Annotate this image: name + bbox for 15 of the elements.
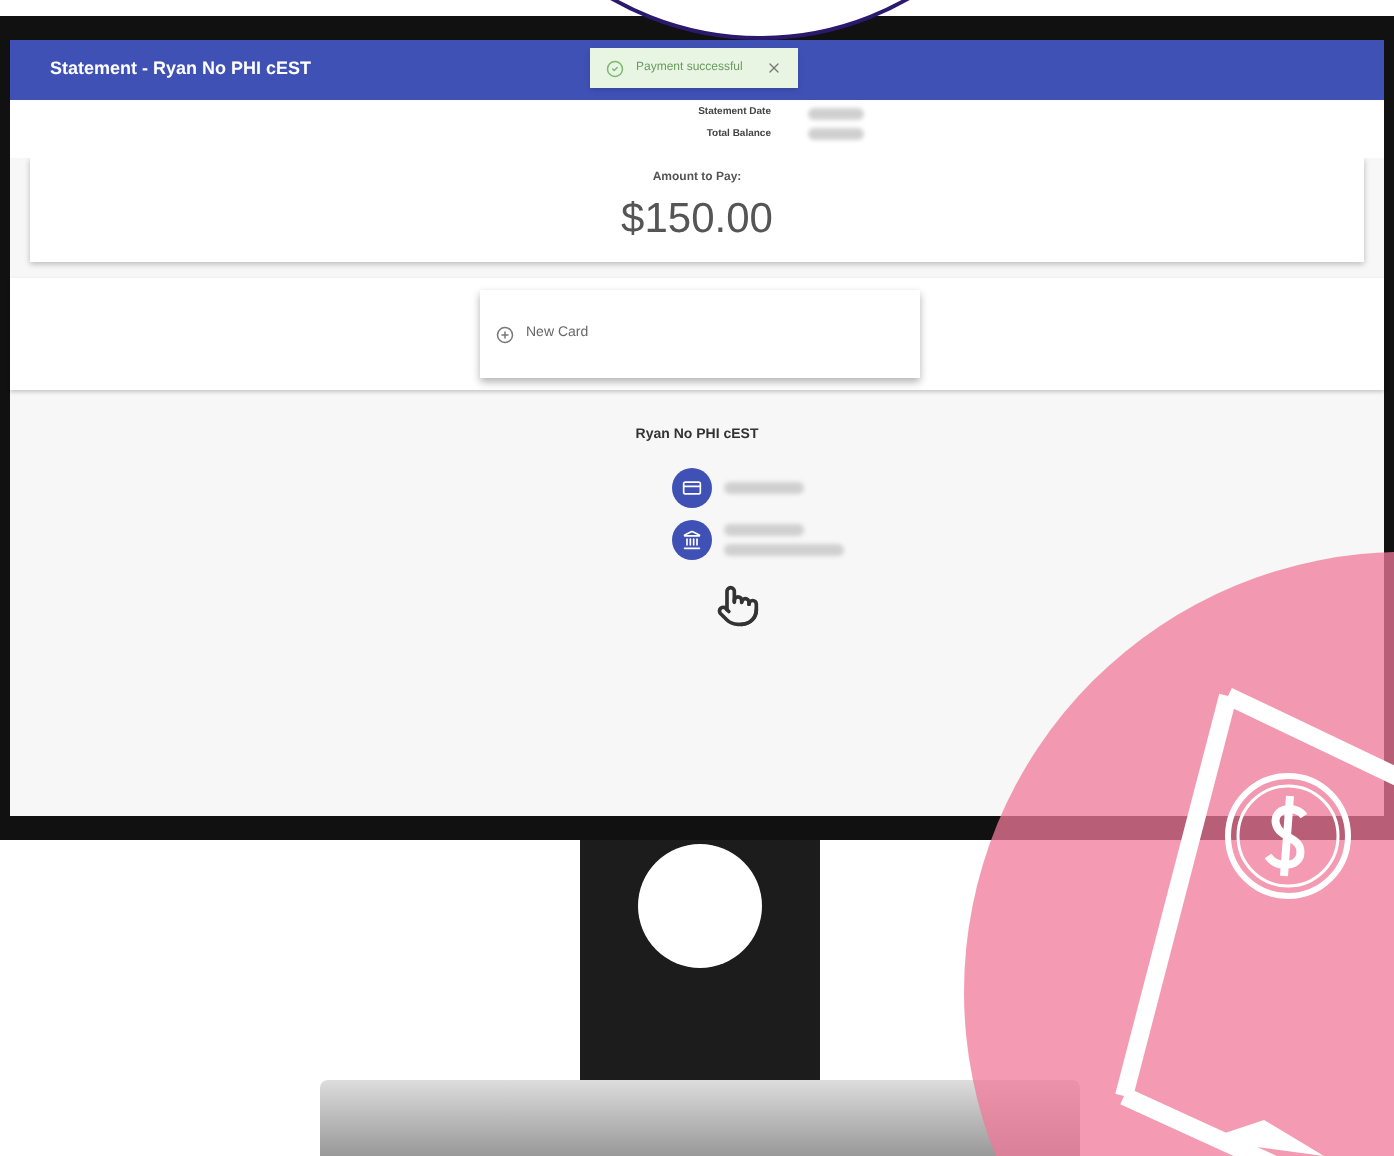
close-icon[interactable] xyxy=(766,60,783,76)
blurred-text xyxy=(807,107,863,120)
statement-title: Statement - Ryan No PHI cEST xyxy=(50,56,312,83)
payment-method-badge[interactable] xyxy=(671,467,711,507)
check-icon xyxy=(606,59,624,77)
blurred-text xyxy=(723,523,803,535)
card-icon xyxy=(681,477,701,497)
blurred-text xyxy=(723,481,803,493)
blurred-text xyxy=(723,543,843,555)
amount-value: $150.00 xyxy=(621,194,773,246)
hand-cursor-icon xyxy=(715,583,759,627)
bank-icon xyxy=(681,529,701,549)
blurred-text xyxy=(807,128,863,141)
plus-icon xyxy=(496,325,514,343)
payment-method-badge[interactable] xyxy=(671,519,711,559)
